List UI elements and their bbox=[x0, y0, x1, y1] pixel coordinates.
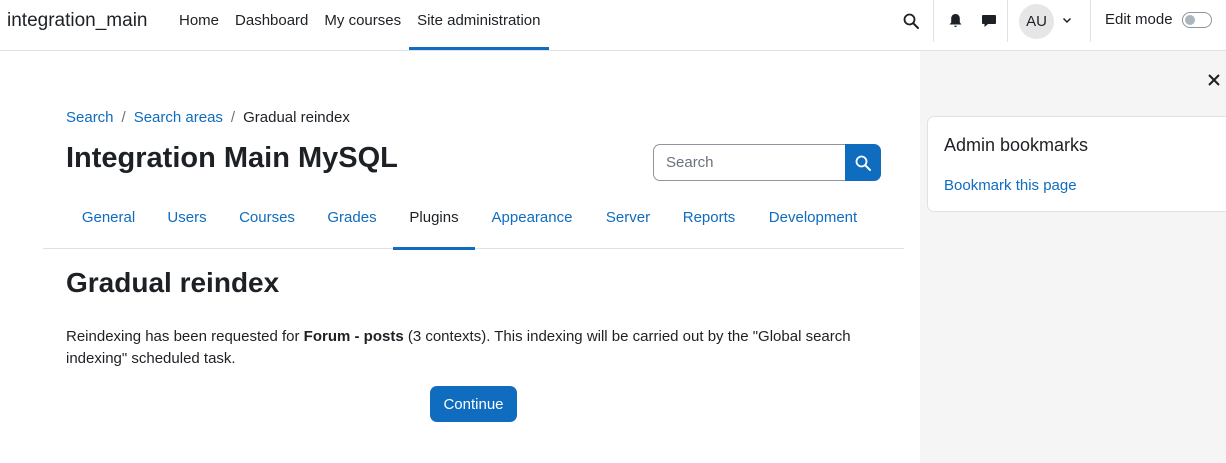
tab-grades[interactable]: Grades bbox=[315, 199, 389, 249]
tab-plugins[interactable]: Plugins bbox=[393, 199, 475, 250]
right-drawer bbox=[920, 51, 1226, 463]
continue-button[interactable]: Continue bbox=[430, 386, 517, 422]
breadcrumb-separator: / bbox=[230, 109, 236, 126]
chevron-down-icon[interactable] bbox=[1061, 14, 1073, 26]
admin-search-button[interactable] bbox=[845, 144, 881, 181]
edit-mode-label: Edit mode bbox=[1105, 11, 1173, 28]
primary-navigation: Home Dashboard My courses Site administr… bbox=[171, 0, 549, 50]
nav-site-administration[interactable]: Site administration bbox=[409, 0, 549, 50]
edit-mode-toggle[interactable] bbox=[1182, 12, 1212, 28]
bell-icon bbox=[949, 14, 961, 28]
message-prefix: Reindexing has been requested for bbox=[66, 328, 304, 345]
site-brand[interactable]: integration_main bbox=[7, 10, 147, 32]
top-navbar: integration_main Home Dashboard My cours… bbox=[0, 0, 1226, 51]
tab-reports[interactable]: Reports bbox=[671, 199, 747, 249]
tab-users[interactable]: Users bbox=[155, 199, 219, 249]
reindex-message: Reindexing has been requested for Forum … bbox=[66, 326, 896, 370]
search-icon bbox=[903, 13, 919, 29]
nav-divider bbox=[1007, 0, 1008, 42]
nav-my-courses[interactable]: My courses bbox=[316, 0, 409, 50]
page-title: Integration Main MySQL bbox=[66, 142, 398, 174]
admin-bookmarks-block: Admin bookmarks Bookmark this page bbox=[927, 116, 1226, 212]
breadcrumb-search-areas[interactable]: Search areas bbox=[134, 109, 223, 126]
notifications-button[interactable] bbox=[943, 9, 967, 33]
user-avatar[interactable]: AU bbox=[1019, 4, 1054, 39]
chat-bubble-icon bbox=[982, 15, 996, 27]
search-icon bbox=[855, 155, 871, 171]
close-icon[interactable] bbox=[1206, 72, 1222, 88]
admin-search-form bbox=[653, 144, 881, 181]
breadcrumb-search[interactable]: Search bbox=[66, 109, 114, 126]
block-title: Admin bookmarks bbox=[944, 135, 1089, 155]
nav-divider bbox=[933, 0, 934, 42]
tab-general[interactable]: General bbox=[70, 199, 147, 249]
breadcrumb: Search / Search areas / Gradual reindex bbox=[66, 109, 350, 126]
tab-server[interactable]: Server bbox=[593, 199, 663, 249]
nav-home[interactable]: Home bbox=[171, 0, 227, 50]
tab-development[interactable]: Development bbox=[755, 199, 871, 249]
bookmark-this-page-link[interactable]: Bookmark this page bbox=[944, 177, 1077, 194]
nav-divider bbox=[1090, 0, 1091, 42]
admin-tabs: General Users Courses Grades Plugins App… bbox=[43, 199, 904, 250]
breadcrumb-current: Gradual reindex bbox=[243, 109, 350, 126]
tab-courses[interactable]: Courses bbox=[227, 199, 307, 249]
nav-dashboard[interactable]: Dashboard bbox=[227, 0, 316, 50]
breadcrumb-separator: / bbox=[121, 109, 126, 126]
message-area-name: Forum - posts bbox=[303, 328, 404, 345]
messages-button[interactable] bbox=[977, 9, 1001, 33]
tab-appearance[interactable]: Appearance bbox=[479, 199, 585, 249]
nav-search-button[interactable] bbox=[899, 9, 923, 33]
admin-search-input[interactable] bbox=[653, 144, 846, 181]
section-heading: Gradual reindex bbox=[66, 267, 280, 298]
